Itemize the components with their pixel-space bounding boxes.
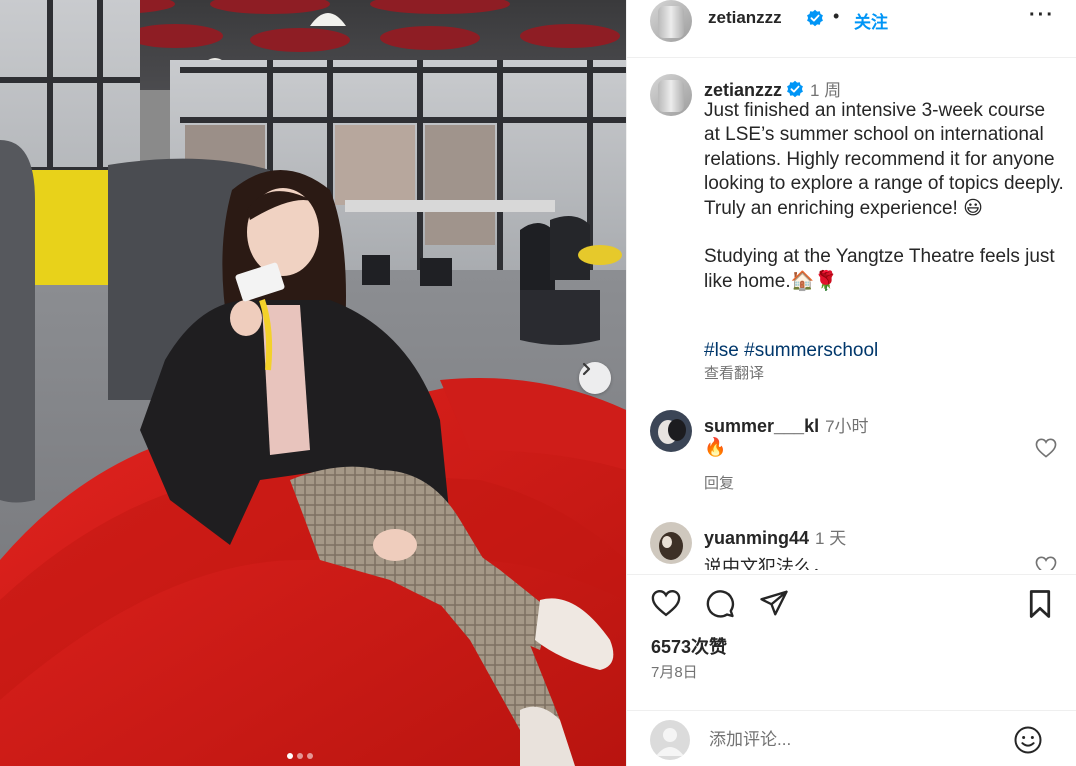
comment-meta: yuanming44 1 天 [704,524,846,549]
caption-text: Just finished an intensive 3-week course… [704,100,1064,292]
current-user-avatar [650,720,690,760]
add-comment-bar [627,710,1076,766]
comment-icon[interactable] [705,589,735,624]
caption-hashtags[interactable]: #lse #summerschool [704,340,878,362]
comment-input[interactable] [709,727,999,753]
author-avatar[interactable] [650,0,692,42]
comments-list[interactable]: summer___kl 7小时 🔥 回复 yuanming44 1 天 说中文犯法么… [627,404,1076,570]
follow-button[interactable]: 关注 [854,8,888,33]
comment-meta: summer___kl 7小时 [704,412,869,437]
more-options-button[interactable]: ··· [1029,4,1055,27]
post-header: zetianzzz • 关注 ··· [627,0,1076,58]
likes-count[interactable]: 6573次赞 [651,633,727,659]
author-username[interactable]: zetianzzz [708,8,782,28]
carousel-dot-active [287,753,293,759]
carousel-dot [297,753,303,759]
caption-time: 1 周 [810,81,842,100]
header-separator: • [833,6,840,26]
verified-badge-icon [806,9,824,32]
comment-like-heart-icon[interactable] [1035,438,1057,463]
heart-icon[interactable] [651,589,681,622]
caption-username[interactable]: zetianzzz [704,80,782,100]
reply-button[interactable]: 回复 [704,472,734,493]
post-photo [0,0,626,766]
smiley-icon[interactable] [1013,725,1043,760]
post-side-panel: zetianzzz • 关注 ··· zetianzzz 1 周 Just fi… [626,0,1076,766]
carousel-dot [307,753,313,759]
commenter-avatar[interactable] [650,410,692,452]
comment-username[interactable]: yuanming44 [704,528,809,548]
comment-text: 说中文犯法么， [704,557,830,570]
comment-time: 1 天 [815,529,847,548]
post-date: 7月8日 [651,664,698,681]
comment-time: 7小时 [825,417,869,436]
carousel-next-button[interactable] [579,362,611,394]
bookmark-icon[interactable] [1027,589,1053,624]
post-actions: 6573次赞 7月8日 [627,574,1076,698]
comment-text: 🔥 [704,437,727,457]
chevron-right-icon [582,362,591,376]
comment-like-heart-icon[interactable] [1035,556,1057,570]
caption-author-avatar[interactable] [650,74,692,116]
see-translation-link[interactable]: 查看翻译 [704,362,764,383]
comment-username[interactable]: summer___kl [704,416,819,436]
carousel-dots [287,753,313,759]
commenter-avatar[interactable] [650,522,692,564]
send-icon[interactable] [759,589,789,622]
photo-scene [0,0,626,766]
